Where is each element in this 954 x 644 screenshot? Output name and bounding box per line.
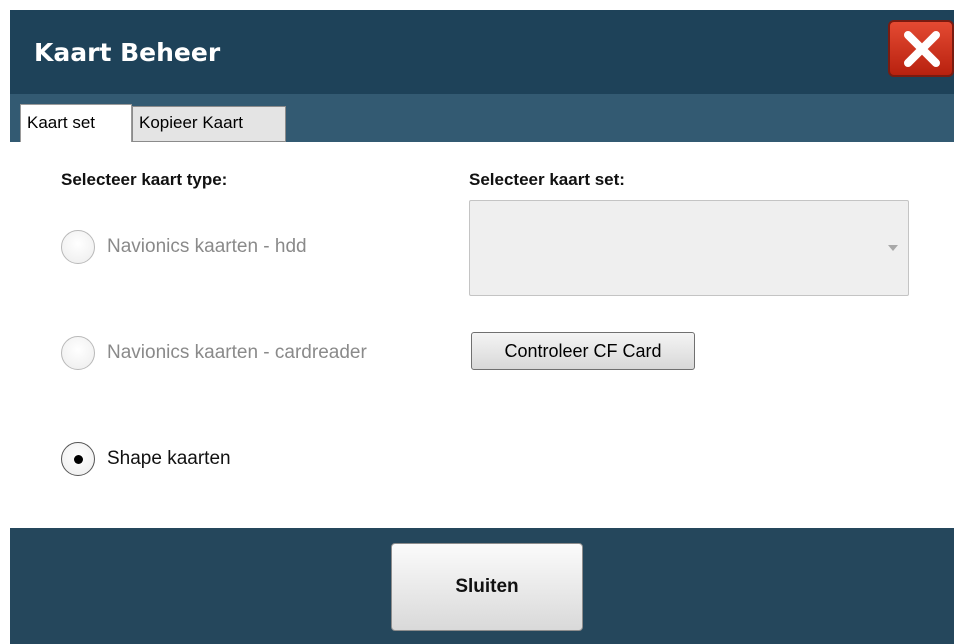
tab-panel: Selecteer kaart type: Selecteer kaart se… — [10, 142, 954, 528]
dialog-window: Kaart Beheer Kaart set Kopieer Kaart Sel… — [0, 0, 954, 644]
controleer-cf-card-button[interactable]: Controleer CF Card — [471, 332, 695, 370]
close-window-button[interactable] — [888, 20, 954, 77]
window-title: Kaart Beheer — [34, 38, 221, 67]
tab-strip: Kaart set Kopieer Kaart — [10, 94, 954, 144]
radio-label: Navionics kaarten - cardreader — [107, 342, 367, 363]
kaart-set-select[interactable] — [469, 200, 909, 296]
radio-button[interactable] — [61, 442, 95, 476]
tab-kaart-set[interactable]: Kaart set — [20, 104, 132, 144]
kaart-set-heading: Selecteer kaart set: — [469, 170, 625, 189]
close-icon — [904, 31, 940, 67]
title-bar: Kaart Beheer — [10, 10, 954, 94]
radio-label: Shape kaarten — [107, 448, 231, 469]
radio-selected-dot — [74, 455, 83, 464]
kaart-type-heading: Selecteer kaart type: — [61, 170, 228, 189]
tab-kopieer-kaart[interactable]: Kopieer Kaart — [132, 106, 286, 142]
chevron-down-icon[interactable] — [888, 245, 898, 251]
radio-button[interactable] — [61, 230, 95, 264]
radio-label: Navionics kaarten - hdd — [107, 236, 307, 257]
sluiten-button[interactable]: Sluiten — [391, 543, 583, 631]
radio-button[interactable] — [61, 336, 95, 370]
